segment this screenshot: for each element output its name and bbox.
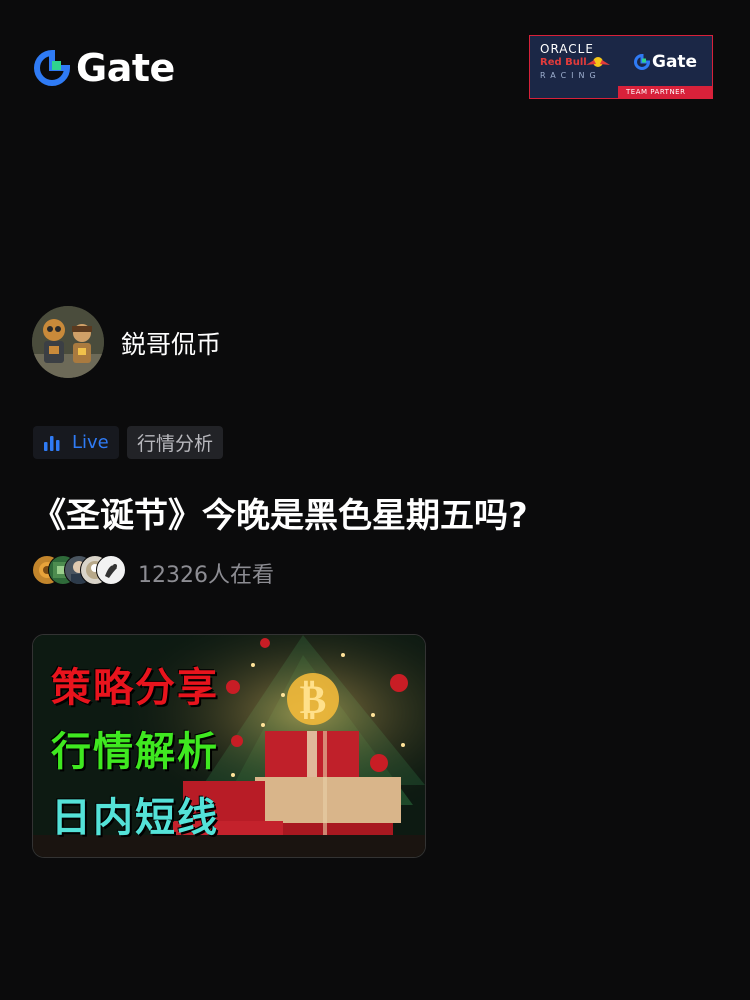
gate-logo-text: Gate (76, 46, 175, 90)
stream-title: 《圣诞节》今晚是黑色星期五吗? (32, 496, 528, 536)
gate-logo[interactable]: Gate (34, 48, 175, 88)
redbull-emblem-icon (586, 57, 610, 67)
category-tag[interactable]: 行情分析 (127, 426, 223, 459)
viewer-avatars (32, 555, 132, 585)
partner-gate-text: Gate (652, 52, 698, 72)
partner-gate-logo: Gate (634, 52, 697, 72)
thumbnail-line-analysis: 行情解析 (51, 728, 219, 775)
live-label: Live (72, 432, 109, 453)
author-avatar[interactable] (32, 306, 104, 378)
viewer-avatar (96, 555, 126, 585)
svg-text:₿: ₿ (300, 677, 327, 723)
team-partner-label: TEAM PARTNER (626, 88, 686, 96)
redbull-label: Red Bull (540, 57, 587, 68)
gate-logo-icon (34, 50, 70, 86)
live-badge: Live (33, 426, 119, 459)
racing-label: RACING (540, 71, 601, 80)
thumbnail-line-intraday: 日内短线 (51, 794, 219, 841)
category-label: 行情分析 (136, 433, 213, 455)
bar-chart-icon (44, 435, 60, 451)
stream-thumbnail[interactable]: ₿ 策略分享 行情解析 日内短线 (32, 634, 426, 858)
viewer-count: 12326人在看 (138, 563, 274, 588)
thumbnail-line-strategy: 策略分享 (51, 664, 219, 711)
oracle-label: ORACLE (540, 42, 594, 56)
gate-logo-icon (634, 54, 650, 70)
robot-avatar-icon (32, 306, 104, 378)
team-partner-banner[interactable]: ORACLE Red Bull RACING Gate TEAM PARTNER (529, 35, 713, 99)
author-name[interactable]: 鋭哥侃币 (121, 325, 221, 361)
